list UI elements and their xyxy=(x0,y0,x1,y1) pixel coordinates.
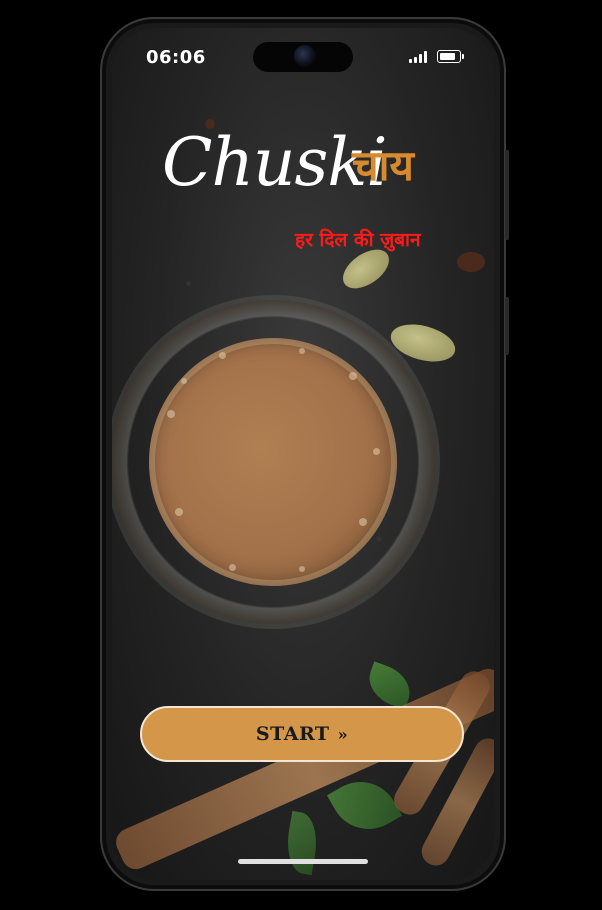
brand-tagline: हर दिल की ज़ुबान xyxy=(295,229,421,251)
chai-glass xyxy=(112,300,435,624)
start-button[interactable]: START » xyxy=(140,706,464,762)
foam-bubble xyxy=(299,348,305,354)
dynamic-island xyxy=(253,42,353,72)
double-arrow-right-icon: » xyxy=(337,724,349,744)
start-button-label: START xyxy=(255,723,330,745)
home-indicator[interactable] xyxy=(238,859,368,864)
foam-bubble xyxy=(181,378,187,384)
status-time: 06:06 xyxy=(146,47,206,68)
foam-bubble xyxy=(349,372,357,380)
clove xyxy=(457,252,485,272)
brand-logo: Chuski चाय xyxy=(162,118,462,208)
foam-bubble xyxy=(359,518,367,526)
foam-bubble xyxy=(229,564,236,571)
front-camera-icon xyxy=(294,45,316,67)
brand-name-hindi: चाय xyxy=(352,141,414,190)
phone-frame: 06:06 Chuski चाय हर दिल की ज़ुबान START … xyxy=(100,17,509,891)
mint-leaf-bg xyxy=(282,810,322,876)
foam-bubble xyxy=(373,448,380,455)
signal-icon xyxy=(409,51,429,63)
side-button-lower xyxy=(505,297,509,355)
side-button-upper xyxy=(505,150,509,240)
status-bar: 06:06 xyxy=(112,28,494,78)
chai-liquid xyxy=(149,338,397,586)
foam-bubble xyxy=(167,410,175,418)
foam-bubble xyxy=(299,566,305,572)
app-screen: 06:06 Chuski चाय हर दिल की ज़ुबान START … xyxy=(112,28,494,880)
foam-bubble xyxy=(219,352,226,359)
foam-bubble xyxy=(175,508,183,516)
battery-icon xyxy=(437,50,464,63)
